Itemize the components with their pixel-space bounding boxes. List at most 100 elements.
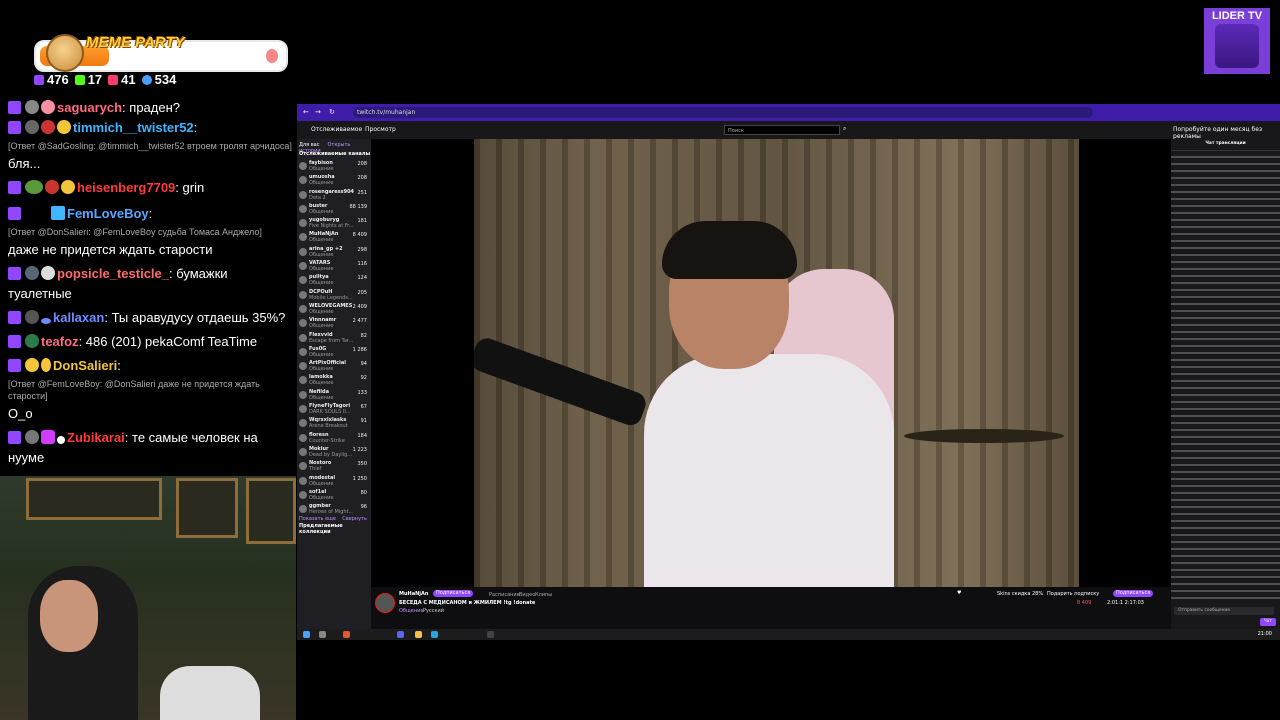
address-bar[interactable]: twitch.tv/muhanjan: [353, 107, 1093, 118]
sidebar: Для вас Открыть истории Отслеживаемые кан…: [297, 139, 371, 629]
sidebar-channel[interactable]: DCPOuH Mobile Legends... 205: [297, 288, 371, 302]
sidebar-channel[interactable]: ArtPixOfficial Общение 94: [297, 359, 371, 373]
back-icon[interactable]: ←: [303, 108, 309, 116]
discount-label[interactable]: Skins скидка 28%: [997, 591, 1043, 597]
start-icon[interactable]: [303, 631, 310, 638]
avatar: [299, 347, 307, 356]
chat-message: FemLoveBoy:: [8, 204, 292, 224]
browser-icon[interactable]: [343, 631, 350, 638]
follow-button[interactable]: Подписаться: [433, 590, 474, 597]
viewer-icon: [34, 74, 44, 85]
show-more-link[interactable]: Показать еще: [299, 516, 336, 522]
channel-viewers: 1 223: [352, 446, 367, 453]
streamer-body: [644, 354, 894, 587]
vk-viewers: 41: [108, 72, 136, 87]
sidebar-channel[interactable]: rosengaress904 Dota 2 251: [297, 188, 371, 202]
channel-viewers: 181: [357, 218, 367, 225]
sidebar-channel[interactable]: FlyneFlyTagori DARK SOULS II... 67: [297, 402, 371, 416]
streamer-name[interactable]: MuHaNjAn: [399, 591, 428, 597]
search-input[interactable]: Поиск: [724, 125, 840, 135]
recommended-label: Предлагаемые коллекции: [299, 523, 343, 536]
telegram-icon[interactable]: [431, 631, 438, 638]
sidebar-channel[interactable]: WELOVEGAMES Общение 2 409: [297, 302, 371, 316]
twitch-chat-panel: Чат трансляции Отправить сообщение Чат: [1171, 139, 1280, 629]
channel-viewers: 88 139: [349, 203, 368, 210]
viewer-stats: 476 17 41 534: [34, 72, 176, 87]
sidebar-channel[interactable]: arina_gp +2 Общение 298: [297, 245, 371, 259]
nav-browse[interactable]: Просмотр: [365, 126, 396, 133]
collapse-link[interactable]: Свернуть: [342, 516, 367, 522]
sidebar-channel[interactable]: umuosha Общение 208: [297, 173, 371, 187]
chat-send-button[interactable]: Чат: [1259, 618, 1276, 626]
gift-sub-button[interactable]: Подарить подписку: [1047, 591, 1099, 597]
tag-russian[interactable]: Русский: [423, 608, 444, 614]
sidebar-channel[interactable]: faybison Общение 208: [297, 159, 371, 173]
sidebar-channel[interactable]: Wqrxxlxlasks Arena Breakout 91: [297, 416, 371, 430]
sidebar-channel[interactable]: VATARS Общение 116: [297, 259, 371, 273]
tab-clips[interactable]: Клипы: [535, 592, 552, 598]
uptime: 2:01:1 2:17:03: [1107, 600, 1144, 606]
streamer-avatar[interactable]: [375, 593, 395, 613]
streamer-face: [40, 580, 98, 652]
prime-banner[interactable]: Попробуйте один месяц без рекламы: [1173, 126, 1280, 140]
channel-viewers: 2 477: [352, 318, 367, 325]
sidebar-channel[interactable]: floresn Counter-Strike 184: [297, 431, 371, 445]
chat-input[interactable]: Отправить сообщение: [1174, 607, 1274, 615]
channel-viewers: 82: [360, 332, 367, 339]
avatar: [25, 266, 39, 280]
channel-category: Общение: [309, 494, 334, 501]
sidebar-channel[interactable]: ggmber Heroes of Might... 96: [297, 502, 371, 516]
tab-videos[interactable]: Видео: [519, 592, 535, 598]
channel-category: Escape from Tar...: [309, 337, 354, 344]
sidebar-channel[interactable]: Mokiur Dead by Daylig... 1 223: [297, 445, 371, 459]
sidebar-channel[interactable]: Nostoro Thief 350: [297, 459, 371, 473]
smile-badge-icon: [57, 120, 71, 134]
sidebar-channel[interactable]: lamokka Общение 92: [297, 373, 371, 387]
avatar: [299, 490, 307, 499]
folder-icon[interactable]: [415, 631, 422, 638]
check-badge-icon: [51, 206, 65, 220]
sidebar-channel[interactable]: pulltya Общение 124: [297, 273, 371, 287]
search-icon[interactable]: ⌕: [843, 125, 846, 133]
video-player[interactable]: [474, 139, 1079, 587]
channel-viewers: 208: [357, 161, 367, 167]
reply-context: [Ответ @FemLoveBoy: @DonSalieri даже не …: [8, 379, 260, 401]
chat-overlay: saguarych: праден? timmich__twister52: […: [8, 98, 292, 468]
search-icon[interactable]: [319, 631, 326, 638]
tab-schedule[interactable]: Расписание: [489, 592, 520, 598]
channel-viewers: 94: [360, 361, 367, 368]
sidebar-channel[interactable]: Vinnnamr Общение 2 477: [297, 316, 371, 330]
tag-chatting[interactable]: Общение: [399, 608, 423, 614]
heart-icon[interactable]: ♥: [957, 590, 961, 596]
twitch-viewers: 476: [34, 72, 69, 87]
avatar: [299, 247, 307, 256]
kick-icon: [74, 74, 85, 85]
forward-icon[interactable]: →: [315, 108, 321, 116]
sidebar-channel[interactable]: yugoburyg Five Nights at Fr... 181: [297, 216, 371, 230]
channel-viewers: 8 409: [352, 232, 367, 239]
channel-viewers: 208: [357, 175, 367, 182]
sidebar-channel[interactable]: MuHaNjAn Общение 8 409: [297, 230, 371, 244]
subscribe-button[interactable]: Подписаться: [1113, 590, 1154, 597]
sidebar-channel[interactable]: Nefilda Общение 133: [297, 388, 371, 402]
twitch-icon: [8, 121, 21, 134]
obs-icon[interactable]: [487, 631, 494, 638]
nav-following[interactable]: Отслеживаемое: [311, 126, 362, 133]
lider-avatar: [1215, 24, 1259, 68]
smile-badge-icon: [25, 358, 39, 372]
sidebar-channel[interactable]: buster Общение 88 139: [297, 202, 371, 216]
sidebar-channel[interactable]: sof1el Общение 80: [297, 488, 371, 502]
reload-icon[interactable]: ↻: [329, 108, 335, 116]
smile-badge-icon: [61, 180, 75, 194]
sidebar-channel[interactable]: Fus0G Общение 1 286: [297, 345, 371, 359]
chat-message: teafoz: 486 (201) pekaComf TeaTime: [8, 332, 292, 352]
avatar: [25, 120, 39, 134]
channel-viewers: 298: [357, 246, 367, 253]
sidebar-channel[interactable]: modestal Общение 1 250: [297, 474, 371, 488]
discord-icon[interactable]: [397, 631, 404, 638]
avatar: [299, 233, 307, 242]
sidebar-channel[interactable]: Flexvvid Escape from Tar... 82: [297, 331, 371, 345]
avatar: [299, 276, 307, 285]
avatar: [299, 462, 307, 471]
channel-viewers: 1 286: [352, 346, 367, 353]
